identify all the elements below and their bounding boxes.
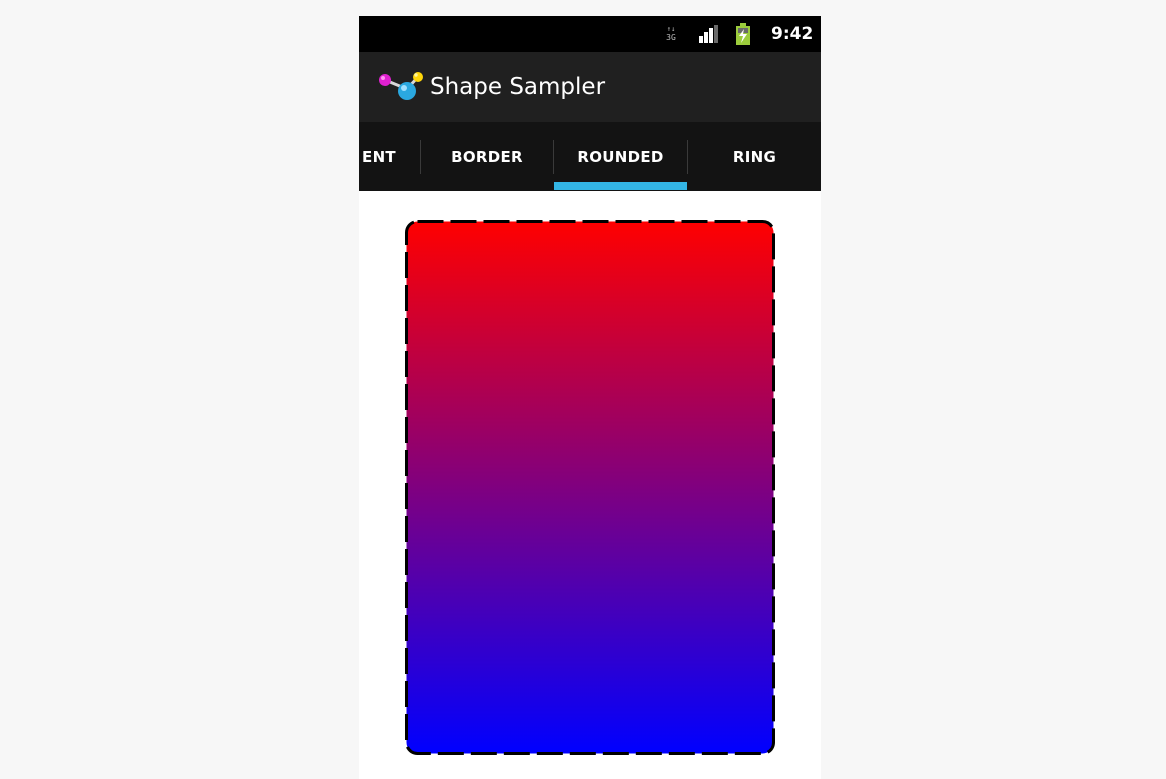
data-3g-icon: ↑↓ 3G [664, 25, 678, 43]
network-type-label: 3G [666, 33, 676, 42]
shape-preview-area [359, 191, 821, 779]
tab-label: ENT [362, 147, 396, 166]
battery-charging-icon [736, 23, 750, 45]
tab-rounded[interactable]: ROUNDED [554, 122, 687, 191]
app-title: Shape Sampler [430, 74, 606, 100]
device-screen: ↑↓ 3G 9:42 Shape Sampler ENT BORDER ROUN… [359, 16, 821, 779]
signal-strength-icon [699, 25, 718, 43]
tab-gradient[interactable]: ENT [359, 122, 419, 191]
rounded-gradient-shape [405, 220, 775, 755]
tab-label: ROUNDED [577, 147, 664, 166]
selected-tab-indicator [554, 182, 687, 190]
shape-sampler-app-icon[interactable] [377, 69, 425, 105]
action-bar: Shape Sampler [359, 52, 821, 122]
tab-border[interactable]: BORDER [421, 122, 553, 191]
tab-label: RING [732, 147, 777, 166]
status-bar: ↑↓ 3G 9:42 [359, 16, 821, 52]
status-clock: 9:42 [771, 24, 814, 44]
tab-label: BORDER [451, 147, 523, 166]
tab-ring[interactable]: RING [688, 122, 821, 191]
tab-strip: ENT BORDER ROUNDED RING [359, 122, 821, 191]
